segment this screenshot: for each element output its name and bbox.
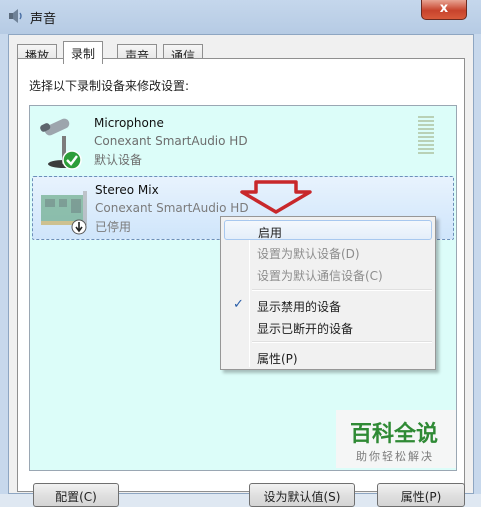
menu-item-properties[interactable]: 属性(P) xyxy=(224,347,432,367)
red-down-arrow-annotation-icon xyxy=(240,180,312,214)
menu-item-label: 显示禁用的设备 xyxy=(257,300,342,314)
menu-item-show-disabled-devices[interactable]: ✓ 显示禁用的设备 xyxy=(224,295,432,315)
menu-item-label: 设置为默认设备(D) xyxy=(257,247,360,261)
menu-item-label: 设置为默认通信设备(C) xyxy=(257,269,383,283)
device-status: 默认设备 xyxy=(94,153,143,167)
menu-item-label: 启用 xyxy=(258,226,283,240)
menu-separator xyxy=(252,341,432,343)
instruction-text: 选择以下录制设备来修改设置: xyxy=(29,79,190,93)
device-name: Microphone xyxy=(94,116,164,130)
watermark-title: 百科全说 xyxy=(350,422,439,447)
close-icon: x xyxy=(439,1,449,16)
device-item-microphone[interactable]: Microphone Conexant SmartAudio HD 默认设备 xyxy=(32,110,454,174)
device-driver: Conexant SmartAudio HD xyxy=(95,201,249,215)
configure-button[interactable]: 配置(C) xyxy=(33,483,119,507)
title-bar[interactable]: 声音 x xyxy=(0,0,481,34)
menu-item-set-default-device[interactable]: 设置为默认设备(D) xyxy=(224,242,432,262)
checkmark-icon: ✓ xyxy=(233,297,244,312)
properties-button[interactable]: 属性(P) xyxy=(377,483,465,507)
close-button[interactable]: x xyxy=(421,0,467,20)
menu-item-label: 属性(P) xyxy=(257,352,298,366)
watermark-logo: 百科全说 助你轻松解决 xyxy=(336,410,456,468)
menu-item-show-disconnected-devices[interactable]: 显示已断开的设备 xyxy=(224,317,432,337)
tab-recording[interactable]: 录制 xyxy=(63,41,104,64)
disabled-down-arrow-badge-icon xyxy=(71,219,87,235)
device-name: Stereo Mix xyxy=(95,183,159,197)
device-status: 已停用 xyxy=(95,220,132,234)
menu-item-label: 显示已断开的设备 xyxy=(257,322,354,336)
device-driver: Conexant SmartAudio HD xyxy=(94,134,248,148)
window-title: 声音 xyxy=(30,12,57,27)
watermark-subtitle: 助你轻松解决 xyxy=(356,450,434,463)
menu-separator xyxy=(252,289,432,291)
speaker-icon xyxy=(9,9,22,23)
default-check-badge-icon xyxy=(62,150,82,170)
set-default-button[interactable]: 设为默认值(S) xyxy=(249,483,355,507)
context-menu: 启用 设置为默认设备(D) 设置为默认通信设备(C) ✓ 显示禁用的设备 显示已… xyxy=(220,216,436,370)
menu-item-set-default-communication-device[interactable]: 设置为默认通信设备(C) xyxy=(224,264,432,284)
menu-item-enable[interactable]: 启用 xyxy=(224,220,432,240)
level-meter xyxy=(418,116,434,158)
